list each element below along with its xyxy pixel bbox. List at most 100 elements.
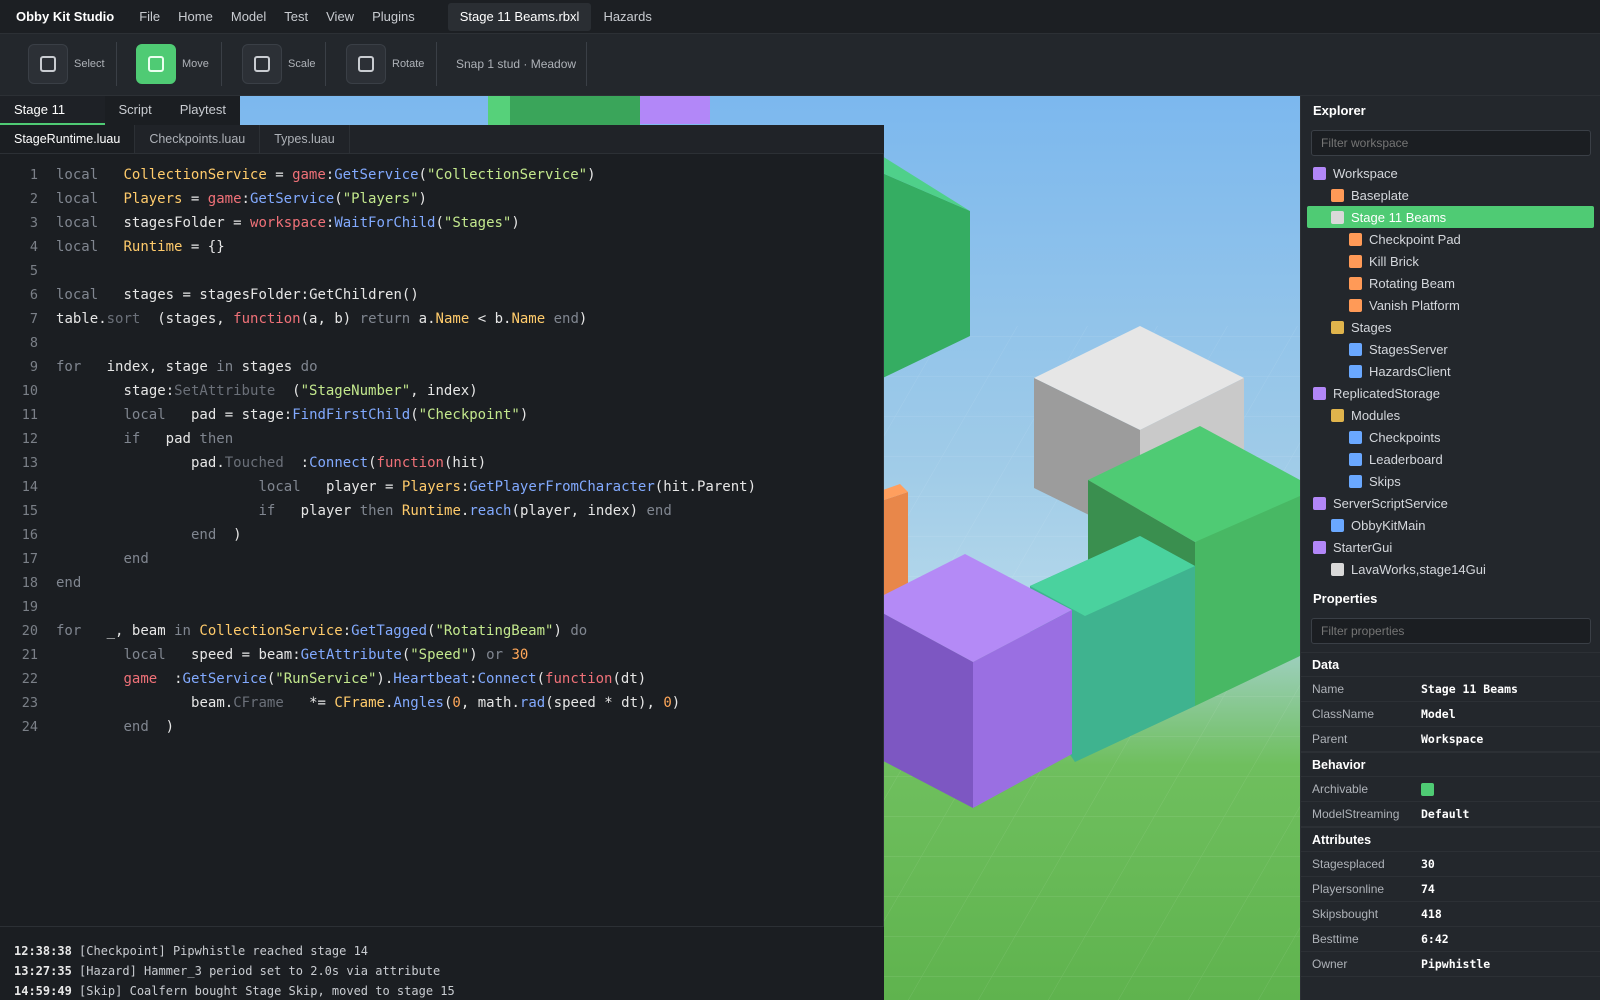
explorer-node-checkpoint-pad[interactable]: Checkpoint Pad bbox=[1307, 228, 1594, 250]
explorer-node-checkpoints[interactable]: Checkpoints bbox=[1307, 426, 1594, 448]
select-tool-button[interactable]: Select bbox=[28, 44, 105, 84]
property-value[interactable]: 74 bbox=[1421, 882, 1435, 896]
explorer-node-replicatedstorage[interactable]: ReplicatedStorage bbox=[1307, 382, 1594, 404]
property-row[interactable]: Owner Pipwhistle bbox=[1301, 952, 1600, 977]
property-value[interactable]: Workspace bbox=[1421, 732, 1483, 746]
property-row[interactable]: Name Stage 11 Beams bbox=[1301, 677, 1600, 702]
code-line[interactable]: 3 local stagesFolder = workspace:WaitForC… bbox=[0, 211, 884, 235]
instance-icon bbox=[1349, 232, 1362, 246]
menu-model[interactable]: Model bbox=[222, 9, 275, 24]
snap-setting[interactable]: Snap 1 stud · Meadow bbox=[456, 44, 576, 84]
explorer-node-lavaworks-stage14gui[interactable]: LavaWorks,stage14Gui bbox=[1307, 558, 1594, 580]
view-tab-playtest[interactable]: Playtest bbox=[166, 96, 240, 125]
code-line[interactable]: 9 for index, stage in stages do bbox=[0, 355, 884, 379]
property-row[interactable]: ClassName Model bbox=[1301, 702, 1600, 727]
explorer-node-baseplate[interactable]: Baseplate bbox=[1307, 184, 1594, 206]
property-row[interactable]: Skipsbought 418 bbox=[1301, 902, 1600, 927]
code-line[interactable]: 23 beam.CFrame *= CFrame.Angles(0, math.… bbox=[0, 691, 884, 715]
doc-tab-hazards[interactable]: Hazards bbox=[591, 3, 663, 31]
property-value[interactable]: 30 bbox=[1421, 857, 1435, 871]
code-line[interactable]: 7 table.sort (stages, function(a, b) retu… bbox=[0, 307, 884, 331]
property-value[interactable]: 6:42 bbox=[1421, 932, 1449, 946]
property-row[interactable]: Archivable bbox=[1301, 777, 1600, 802]
properties-filter-input[interactable] bbox=[1311, 618, 1591, 644]
property-value[interactable]: Default bbox=[1421, 807, 1469, 821]
properties-section-data[interactable]: Data bbox=[1301, 652, 1600, 677]
line-number: 12 bbox=[21, 431, 38, 447]
property-row[interactable]: ModelStreaming Default bbox=[1301, 802, 1600, 827]
property-row[interactable]: Parent Workspace bbox=[1301, 727, 1600, 752]
menu-view[interactable]: View bbox=[317, 9, 363, 24]
code-line[interactable]: 13 pad.Touched :Connect(function(hit) bbox=[0, 451, 884, 475]
code-line[interactable]: 17 end bbox=[0, 547, 884, 571]
explorer-node-leaderboard[interactable]: Leaderboard bbox=[1307, 448, 1594, 470]
property-value[interactable]: Stage 11 Beams bbox=[1421, 682, 1518, 696]
instance-icon bbox=[1349, 474, 1362, 488]
script-editor[interactable]: StageRuntime.luau Checkpoints.luau Types… bbox=[0, 125, 884, 926]
properties-grid: Data Name Stage 11 Beams ClassName Model Pare… bbox=[1301, 652, 1600, 977]
properties-section-attributes[interactable]: Attributes bbox=[1301, 827, 1600, 852]
code-line[interactable]: 21 local speed = beam:GetAttribute("Spee… bbox=[0, 643, 884, 667]
code-line[interactable]: 20 for _, beam in CollectionService:GetTa… bbox=[0, 619, 884, 643]
file-tab-stageruntime[interactable]: StageRuntime.luau bbox=[0, 125, 136, 153]
explorer-node-vanish-platform[interactable]: Vanish Platform bbox=[1307, 294, 1594, 316]
code-line[interactable]: 16 end ) bbox=[0, 523, 884, 547]
property-row[interactable]: Besttime 6:42 bbox=[1301, 927, 1600, 952]
archivable-checkbox[interactable] bbox=[1421, 782, 1434, 796]
view-tab-stage[interactable]: Stage 11 Beams bbox=[0, 96, 105, 145]
code-line[interactable]: 1 local CollectionService = game:GetServi… bbox=[0, 163, 884, 187]
code-line[interactable]: 18 end bbox=[0, 571, 884, 595]
menu-file[interactable]: File bbox=[130, 9, 169, 24]
explorer-node-workspace[interactable]: Workspace bbox=[1307, 162, 1594, 184]
explorer-node-kill-brick[interactable]: Kill Brick bbox=[1307, 250, 1594, 272]
doc-tab-stage-11-beams[interactable]: Stage 11 Beams.rbxl bbox=[447, 2, 592, 31]
menu-plugins[interactable]: Plugins bbox=[363, 9, 424, 24]
menu-home[interactable]: Home bbox=[169, 9, 222, 24]
explorer-node-stages[interactable]: Stages bbox=[1307, 316, 1594, 338]
log-time: 14:59:49 bbox=[14, 984, 72, 998]
code-line[interactable]: 15 if player then Runtime.reach(player, … bbox=[0, 499, 884, 523]
property-key: ClassName bbox=[1312, 707, 1375, 721]
code-line[interactable]: 8 bbox=[0, 331, 884, 355]
code-line[interactable]: 11 local pad = stage:FindFirstChild("Che… bbox=[0, 403, 884, 427]
explorer-node-modules[interactable]: Modules bbox=[1307, 404, 1594, 426]
explorer-node-skips[interactable]: Skips bbox=[1307, 470, 1594, 492]
property-value[interactable]: Pipwhistle bbox=[1421, 957, 1490, 971]
view-tab-script[interactable]: Script bbox=[105, 96, 166, 125]
explorer-node-startergui[interactable]: StarterGui bbox=[1307, 536, 1594, 558]
file-tabs: StageRuntime.luau Checkpoints.luau Types… bbox=[0, 125, 884, 154]
property-value[interactable]: 418 bbox=[1421, 907, 1442, 921]
code-line[interactable]: 5 bbox=[0, 259, 884, 283]
move-tool-button[interactable]: Move bbox=[136, 44, 209, 84]
scale-tool-button[interactable]: Scale bbox=[242, 44, 316, 84]
file-tab-types[interactable]: Types.luau bbox=[260, 125, 350, 153]
explorer-filter-input[interactable] bbox=[1311, 130, 1591, 156]
code-line[interactable]: 24 end ) bbox=[0, 715, 884, 739]
file-tab-checkpoints[interactable]: Checkpoints.luau bbox=[135, 125, 261, 153]
code-line[interactable]: 6 local stages = stagesFolder:GetChildren… bbox=[0, 283, 884, 307]
explorer-node-obbykitmain[interactable]: ObbyKitMain bbox=[1307, 514, 1594, 536]
code-line[interactable]: 22 game :GetService("RunService").Heartb… bbox=[0, 667, 884, 691]
code-line[interactable]: 19 bbox=[0, 595, 884, 619]
explorer-node-serverscriptservice[interactable]: ServerScriptService bbox=[1307, 492, 1594, 514]
line-number: 17 bbox=[21, 551, 38, 567]
code-line[interactable]: 12 if pad then bbox=[0, 427, 884, 451]
property-value[interactable]: Model bbox=[1421, 707, 1456, 721]
instance-icon bbox=[1331, 562, 1344, 576]
properties-section-behavior[interactable]: Behavior bbox=[1301, 752, 1600, 777]
rotate-tool-button[interactable]: Rotate bbox=[346, 44, 424, 84]
property-row[interactable]: Playersonline 74 bbox=[1301, 877, 1600, 902]
explorer-node-hazardsclient[interactable]: HazardsClient bbox=[1307, 360, 1594, 382]
code-line[interactable]: 2 local Players = game:GetService("Player… bbox=[0, 187, 884, 211]
menu-test[interactable]: Test bbox=[275, 9, 317, 24]
explorer-node-stagesserver[interactable]: StagesServer bbox=[1307, 338, 1594, 360]
code-line[interactable]: 10 stage:SetAttribute ("StageNumber", in… bbox=[0, 379, 884, 403]
code-area[interactable]: 1 local CollectionService = game:GetServi… bbox=[0, 163, 884, 739]
property-row[interactable]: Stagesplaced 30 bbox=[1301, 852, 1600, 877]
explorer-node-rotating-beam[interactable]: Rotating Beam bbox=[1307, 272, 1594, 294]
instance-icon bbox=[1313, 386, 1326, 400]
code-line[interactable]: 14 local player = Players:GetPlayerFromC… bbox=[0, 475, 884, 499]
explorer-node-stage-11-beams[interactable]: Stage 11 Beams bbox=[1307, 206, 1594, 228]
code-line[interactable]: 4 local Runtime = {} bbox=[0, 235, 884, 259]
